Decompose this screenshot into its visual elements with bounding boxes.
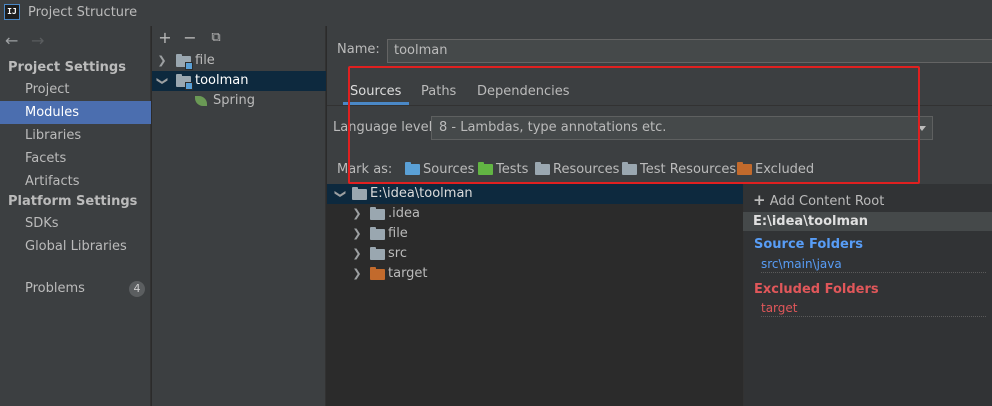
- nav-item-sdks[interactable]: SDKs: [0, 212, 151, 235]
- folder-label: target: [388, 266, 428, 281]
- module-badge-icon: [185, 82, 193, 90]
- module-label: file: [195, 53, 215, 68]
- back-arrow-icon[interactable]: ←: [5, 31, 18, 50]
- window-title: Project Structure: [28, 5, 138, 20]
- nav-item-problems[interactable]: Problems 4: [0, 277, 151, 300]
- facet-label: Spring: [213, 93, 255, 108]
- title-bar: [0, 0, 992, 26]
- module-item-file[interactable]: ❯ file: [152, 51, 326, 71]
- nav-item-artifacts[interactable]: Artifacts: [0, 170, 151, 193]
- excluded-folder-item[interactable]: target: [761, 301, 986, 317]
- platform-settings-header: Platform Settings: [8, 194, 138, 209]
- tree-row-root[interactable]: ❯ E:\idea\toolman: [327, 184, 743, 204]
- name-label: Name:: [337, 42, 380, 57]
- source-folders-title: Source Folders: [754, 237, 864, 252]
- module-tree-panel: + − ⧉ ❯ file ❯ toolman Spring: [152, 26, 326, 406]
- tree-row-src[interactable]: ❯ src: [327, 244, 743, 264]
- chevron-down-icon[interactable]: ❯: [152, 75, 172, 87]
- chevron-right-icon[interactable]: ❯: [351, 264, 363, 284]
- chevron-right-icon[interactable]: ❯: [156, 51, 168, 71]
- problems-label: Problems: [25, 281, 85, 296]
- tree-row-file[interactable]: ❯ file: [327, 224, 743, 244]
- module-name-input[interactable]: toolman: [387, 39, 992, 63]
- excluded-folders-title: Excluded Folders: [754, 282, 879, 297]
- remove-module-button[interactable]: −: [181, 29, 199, 47]
- plus-icon: +: [753, 191, 766, 209]
- excluded-folder-icon: [370, 267, 385, 280]
- forward-arrow-icon[interactable]: →: [31, 31, 44, 50]
- chevron-down-icon[interactable]: ❯: [330, 188, 350, 200]
- tree-row-idea[interactable]: ❯ .idea: [327, 204, 743, 224]
- folder-icon: [370, 207, 385, 220]
- module-item-toolman[interactable]: ❯ toolman: [152, 71, 326, 91]
- source-folder-item[interactable]: src\main\java: [761, 257, 986, 273]
- chevron-right-icon[interactable]: ❯: [351, 224, 363, 244]
- problems-count-badge: 4: [129, 281, 145, 297]
- content-root-tree: ❯ E:\idea\toolman ❯ .idea ❯ file ❯ src ❯…: [327, 184, 743, 406]
- red-highlight-box: [348, 66, 920, 184]
- nav-item-global-libraries[interactable]: Global Libraries: [0, 235, 151, 258]
- nav-item-libraries[interactable]: Libraries: [0, 124, 151, 147]
- add-module-button[interactable]: +: [156, 29, 174, 47]
- folder-label: src: [388, 246, 407, 261]
- module-badge-icon: [185, 62, 193, 70]
- project-settings-header: Project Settings: [8, 60, 126, 75]
- spring-leaf-icon: [195, 96, 207, 106]
- content-root-path: E:\idea\toolman: [743, 212, 992, 231]
- copy-module-button[interactable]: ⧉: [207, 29, 225, 47]
- folder-icon: [370, 227, 385, 240]
- nav-item-project[interactable]: Project: [0, 78, 151, 101]
- add-content-root-button[interactable]: + Add Content Root: [753, 191, 884, 209]
- add-content-root-label: Add Content Root: [769, 194, 885, 209]
- chevron-right-icon[interactable]: ❯: [351, 244, 363, 264]
- folder-label: .idea: [388, 206, 420, 221]
- module-label: toolman: [195, 73, 249, 88]
- nav-item-modules[interactable]: Modules: [0, 101, 151, 124]
- tree-row-target[interactable]: ❯ target: [327, 264, 743, 284]
- chevron-right-icon[interactable]: ❯: [351, 204, 363, 224]
- facet-item-spring[interactable]: Spring: [152, 91, 326, 111]
- intellij-app-icon: IJ: [4, 4, 20, 20]
- settings-nav: ← → Project Settings Project Modules Lib…: [0, 26, 151, 406]
- nav-item-facets[interactable]: Facets: [0, 147, 151, 170]
- folder-icon: [370, 247, 385, 260]
- root-path-label: E:\idea\toolman: [370, 186, 473, 201]
- folder-icon: [352, 187, 367, 200]
- folder-label: file: [388, 226, 408, 241]
